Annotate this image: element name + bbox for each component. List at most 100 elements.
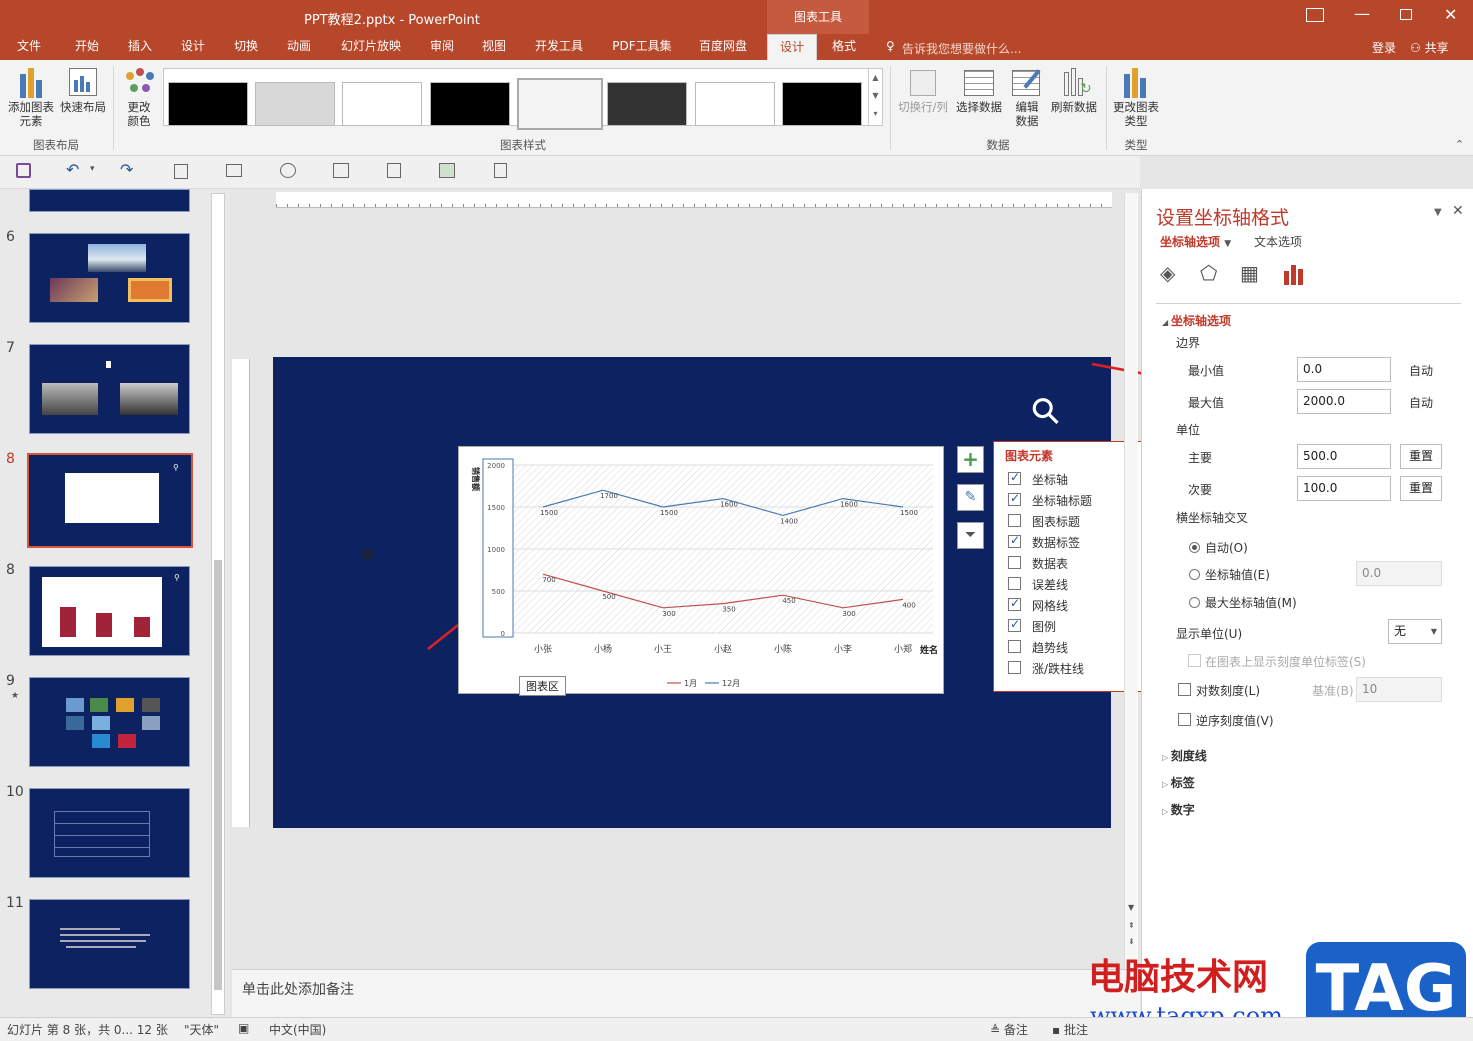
tab-file[interactable]: 文件 <box>6 34 52 60</box>
tab-slideshow[interactable]: 幻灯片放映 <box>334 34 408 60</box>
slide-thumb-7[interactable] <box>29 344 190 434</box>
section-tick-marks[interactable]: ▷ 刻度线 <box>1162 747 1207 764</box>
slideshow-start-icon[interactable] <box>280 163 296 178</box>
cross-value-input[interactable]: 0.0 <box>1356 561 1442 586</box>
log-base-input[interactable]: 10 <box>1356 677 1442 702</box>
cross-value-radio[interactable] <box>1189 569 1200 580</box>
min-value-input[interactable]: 0.0 <box>1297 357 1391 382</box>
reverse-order-checkbox[interactable] <box>1178 713 1191 726</box>
present-icon[interactable] <box>333 163 349 178</box>
change-colors-button[interactable]: 更改颜色 <box>118 64 160 128</box>
log-scale-checkbox[interactable] <box>1178 683 1191 696</box>
chart-style-6[interactable] <box>607 82 687 126</box>
slide-panel-scrollbar[interactable] <box>211 193 225 1015</box>
tab-chart-design[interactable]: 设计 <box>767 34 817 60</box>
slide-thumb-11[interactable] <box>29 788 190 878</box>
maximize-icon[interactable] <box>1400 9 1412 20</box>
share-button[interactable]: ⚇ 共享 <box>1410 39 1449 56</box>
switch-row-column-button[interactable]: 切换行/列 <box>894 64 952 114</box>
chart-element-checkbox[interactable] <box>1008 533 1021 548</box>
minimize-icon[interactable]: — <box>1354 4 1370 23</box>
chart-styles-brush-icon[interactable]: ✎ <box>957 484 984 511</box>
check-icon[interactable] <box>439 163 455 178</box>
section-axis-options[interactable]: ◢ 坐标轴选项 <box>1162 312 1231 329</box>
canvas-vertical-scrollbar[interactable]: ▼ ⇞ ⇟ <box>1124 193 1138 969</box>
close-icon[interactable]: ✕ <box>1444 5 1457 24</box>
undo-icon[interactable]: ↶ <box>66 160 79 179</box>
display-units-select[interactable]: 无 ▼ <box>1388 619 1442 644</box>
language[interactable]: 中文(中国) <box>269 1021 326 1038</box>
slide-thumb-5[interactable] <box>29 189 190 212</box>
tab-review[interactable]: 审阅 <box>419 34 465 60</box>
fill-line-icon[interactable]: ◈ <box>1160 261 1175 285</box>
document-icon[interactable] <box>494 163 507 178</box>
cross-auto-radio[interactable] <box>1189 542 1200 553</box>
major-reset-button[interactable]: 重置 <box>1400 444 1442 469</box>
show-units-label-checkbox[interactable] <box>1188 654 1201 667</box>
chart-style-5-selected[interactable] <box>517 78 603 130</box>
chart-style-2[interactable] <box>255 82 335 126</box>
tab-developer[interactable]: 开发工具 <box>527 34 591 60</box>
chart-element-checkbox[interactable] <box>1008 617 1021 632</box>
chart-style-7[interactable] <box>695 82 775 126</box>
tab-design[interactable]: 设计 <box>170 34 216 60</box>
undo-dropdown-icon[interactable]: ▾ <box>90 164 95 174</box>
tab-insert[interactable]: 插入 <box>117 34 163 60</box>
slide-thumb-6[interactable] <box>29 233 190 323</box>
chart-elements-plus-icon[interactable]: + <box>957 446 984 473</box>
tab-text-options[interactable]: 文本选项 <box>1254 233 1302 250</box>
size-properties-icon[interactable]: ▦ <box>1240 261 1259 285</box>
proofing-icon[interactable]: ▣ <box>238 1021 249 1035</box>
chart-element-checkbox[interactable] <box>1008 661 1021 674</box>
slide-thumb-8-selected[interactable]: ⚲ <box>27 453 193 548</box>
chart-style-1[interactable] <box>168 82 248 126</box>
pane-close-icon[interactable]: ✕ <box>1452 203 1464 219</box>
tell-me-box[interactable]: 告诉我您想要做什么... <box>902 40 1021 57</box>
collapse-ribbon-icon[interactable]: ⌃ <box>1455 138 1464 151</box>
max-value-input[interactable]: 2000.0 <box>1297 389 1391 414</box>
gallery-scroll[interactable]: ▲ ▼ ▾ <box>868 69 882 125</box>
tab-baidu-netdisk[interactable]: 百度网盘 <box>690 34 756 60</box>
edit-data-button[interactable]: 编辑数据 <box>1006 64 1048 128</box>
effects-pentagon-icon[interactable]: ⬠ <box>1200 261 1217 285</box>
minor-reset-button[interactable]: 重置 <box>1400 476 1442 501</box>
chart-element-checkbox[interactable] <box>1008 577 1021 590</box>
select-data-button[interactable]: 选择数据 <box>954 64 1004 114</box>
redo-icon[interactable]: ↷ <box>120 160 133 179</box>
section-number[interactable]: ▷ 数字 <box>1162 801 1195 818</box>
major-unit-input[interactable]: 500.0 <box>1297 444 1391 469</box>
axis-options-bar-icon[interactable] <box>1282 263 1306 285</box>
save-icon[interactable] <box>16 163 31 178</box>
tab-view[interactable]: 视图 <box>471 34 517 60</box>
chart-style-4[interactable] <box>430 82 510 126</box>
login-link[interactable]: 登录 <box>1372 39 1396 56</box>
chart-style-8[interactable] <box>782 82 862 126</box>
textbox-icon[interactable] <box>226 164 242 177</box>
chart-element-checkbox[interactable] <box>1008 596 1021 611</box>
chart-element-checkbox[interactable] <box>1008 556 1021 569</box>
ribbon-display-icon[interactable] <box>1306 8 1324 22</box>
tab-axis-options[interactable]: 坐标轴选项 ▼ <box>1160 233 1231 250</box>
refresh-data-button[interactable]: ↻ 刷新数据 <box>1048 64 1100 114</box>
notes-toggle[interactable]: ≜ 备注 <box>990 1021 1028 1038</box>
chart-element-checkbox[interactable] <box>1008 470 1021 485</box>
chart-element-checkbox[interactable] <box>1008 640 1021 653</box>
chart-area[interactable]: 0 500 1000 1500 2000 小张 小杨 小王 小赵 小陈 小李 小郑 姓名 销售额 700 50… <box>458 446 944 694</box>
cross-max-radio[interactable] <box>1189 597 1200 608</box>
tab-home[interactable]: 开始 <box>64 34 110 60</box>
section-labels[interactable]: ▷ 标签 <box>1162 774 1195 791</box>
new-slide-icon[interactable] <box>174 164 188 179</box>
chart-style-3[interactable] <box>342 82 422 126</box>
quick-layout-button[interactable]: 快速布局 <box>58 64 108 114</box>
tab-transitions[interactable]: 切换 <box>223 34 269 60</box>
slide-thumb-12[interactable] <box>29 899 190 989</box>
minor-unit-input[interactable]: 100.0 <box>1297 476 1391 501</box>
notes-area[interactable]: 单击此处添加备注 <box>232 969 1140 1017</box>
add-chart-element-button[interactable]: 添加图表元素 <box>4 64 58 128</box>
tab-pdf-tools[interactable]: PDF工具集 <box>605 34 679 60</box>
change-chart-type-button[interactable]: 更改图表类型 <box>1110 64 1162 128</box>
chart-element-checkbox[interactable] <box>1008 491 1021 506</box>
slide-thumb-10[interactable] <box>29 677 190 767</box>
comments-toggle[interactable]: ▪ 批注 <box>1052 1021 1088 1038</box>
tab-animations[interactable]: 动画 <box>276 34 322 60</box>
